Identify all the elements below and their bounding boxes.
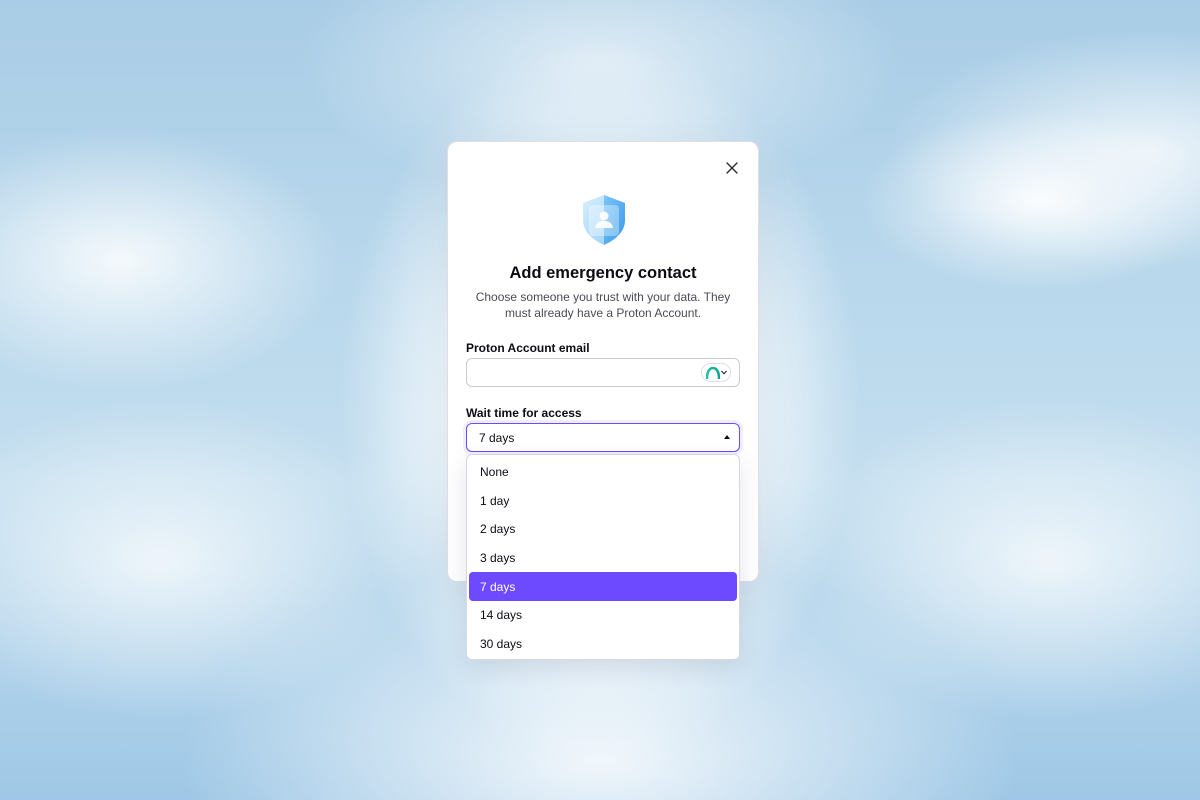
shield-user-icon [583,195,625,245]
email-field-label: Proton Account email [466,341,590,355]
option-7-days[interactable]: 7 days [469,572,737,601]
option-1-day[interactable]: 1 day [469,487,737,516]
proton-logo-icon [705,366,720,379]
caret-up-icon [724,435,730,439]
close-button[interactable] [720,156,744,180]
option-none[interactable]: None [469,458,737,487]
modal-subtitle: Choose someone you trust with your data.… [475,290,731,320]
chevron-down-icon [720,370,727,375]
email-field[interactable] [466,358,740,387]
email-input[interactable] [467,359,707,386]
close-icon [726,162,738,174]
option-30-days[interactable]: 30 days [469,630,737,659]
wait-time-label: Wait time for access [466,406,582,420]
wait-time-dropdown: None 1 day 2 days 3 days 7 days 14 days … [466,454,740,660]
background-sky: Add emergency contact Choose someone you… [0,0,1200,800]
option-14-days[interactable]: 14 days [469,601,737,630]
wait-time-select[interactable]: 7 days [466,423,740,452]
wait-time-selected-value: 7 days [479,431,515,445]
option-3-days[interactable]: 3 days [469,544,737,573]
modal-title: Add emergency contact [509,264,697,282]
proton-address-toggle[interactable] [701,363,731,382]
option-2-days[interactable]: 2 days [469,515,737,544]
